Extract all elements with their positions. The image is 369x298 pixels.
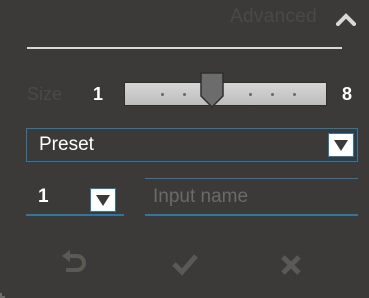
slider-tick bbox=[249, 93, 252, 96]
preset-dropdown[interactable]: Preset bbox=[26, 128, 358, 162]
slider-tick bbox=[183, 93, 186, 96]
triangle-down-icon bbox=[96, 195, 110, 206]
slider-tick bbox=[161, 93, 164, 96]
size-slider-track[interactable] bbox=[124, 82, 327, 106]
preset-selected-value: Preset bbox=[39, 134, 94, 155]
size-slider-thumb[interactable] bbox=[199, 72, 225, 108]
slider-tick bbox=[293, 93, 296, 96]
close-icon[interactable] bbox=[276, 250, 306, 280]
slider-label: Size bbox=[27, 84, 63, 104]
undo-icon[interactable] bbox=[58, 250, 88, 280]
slider-max-label: 8 bbox=[342, 84, 353, 104]
resize-grip[interactable] bbox=[0, 293, 5, 298]
count-dropdown-button[interactable] bbox=[90, 188, 116, 212]
section-title: Advanced bbox=[230, 6, 317, 27]
chevron-up-icon[interactable] bbox=[336, 12, 356, 26]
preset-dropdown-button[interactable] bbox=[328, 133, 354, 157]
advanced-panel: Advanced Size 1 8 Preset 1 bbox=[0, 0, 369, 298]
slider-tick bbox=[271, 93, 274, 96]
slider-min-label: 1 bbox=[93, 84, 104, 104]
divider bbox=[27, 47, 342, 49]
count-selected-value: 1 bbox=[38, 186, 49, 207]
count-dropdown[interactable]: 1 bbox=[26, 178, 124, 216]
check-icon[interactable] bbox=[170, 250, 200, 280]
name-input[interactable] bbox=[145, 178, 358, 216]
triangle-down-icon bbox=[334, 140, 348, 151]
